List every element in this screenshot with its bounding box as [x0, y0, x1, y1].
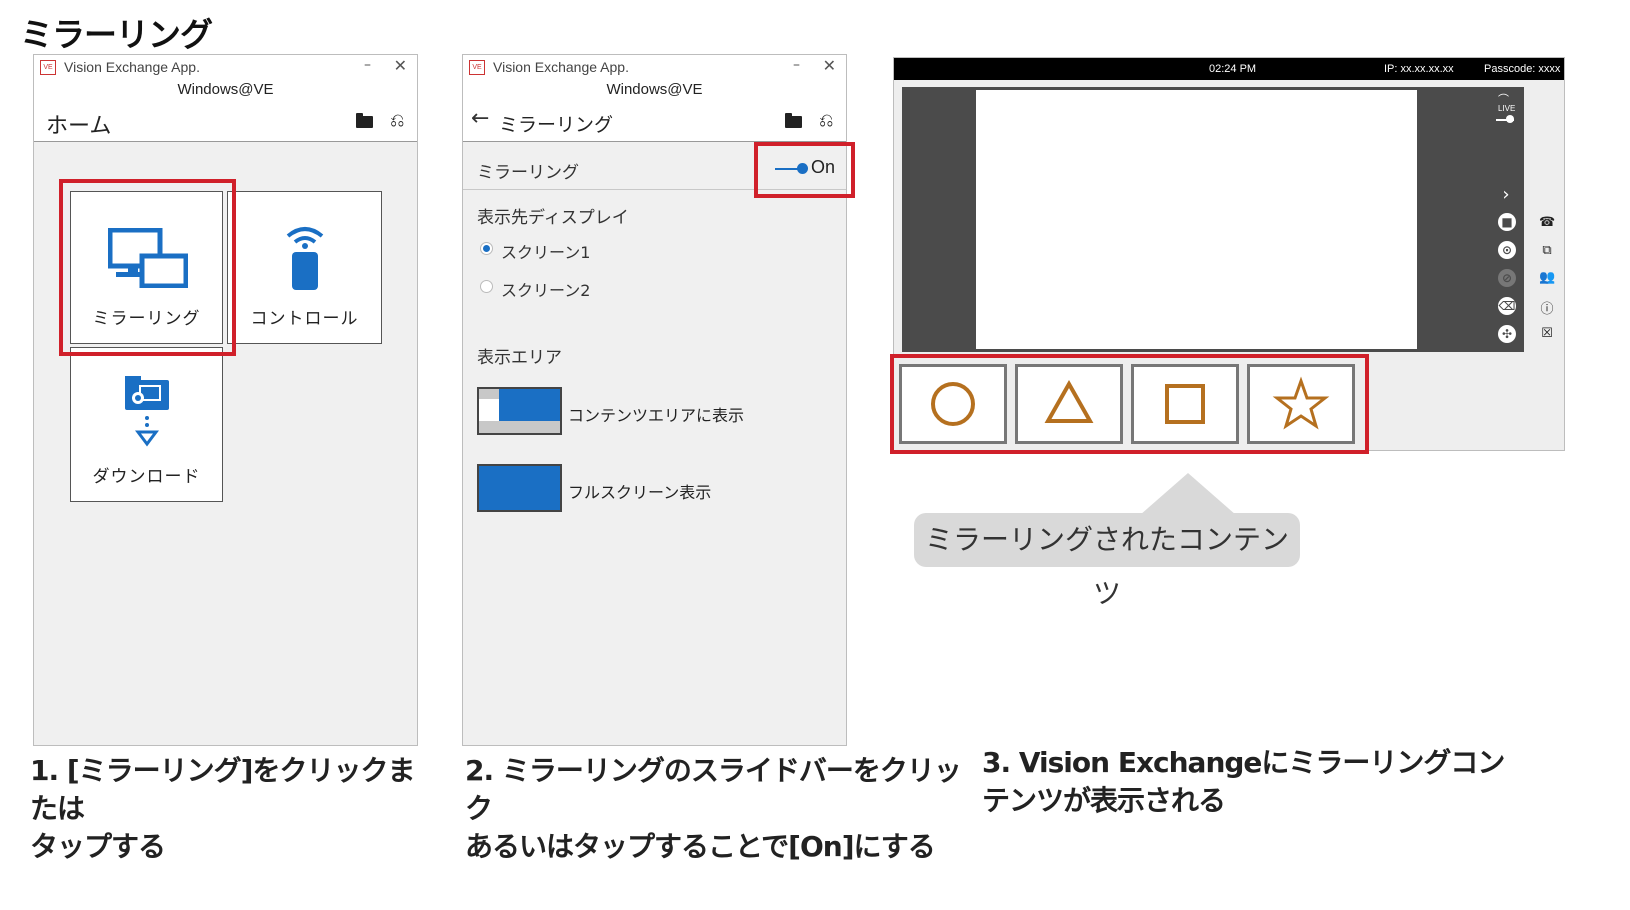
- live-label: LIVE: [1498, 104, 1516, 113]
- status-bar: 02:24 PM IP: xx.xx.xx.xx Passcode: xxxx: [894, 58, 1564, 80]
- display-heading: 表示先ディスプレイ: [477, 208, 629, 228]
- host-name: Windows@VE: [463, 81, 846, 103]
- window-title: Vision Exchange App.: [493, 59, 629, 75]
- screen1-label: スクリーン1: [501, 243, 591, 262]
- minimize-button[interactable]: –: [364, 57, 371, 73]
- mirrored-screen: [976, 90, 1417, 349]
- mirrored-content-callout: ミラーリングされたコンテンツ: [914, 513, 1300, 610]
- clock: 02:24 PM: [1209, 63, 1257, 75]
- live-toggle-knob[interactable]: [1506, 115, 1514, 123]
- highlight-thumbnails: [890, 354, 1369, 454]
- no-image-icon[interactable]: ⊘: [1498, 269, 1516, 287]
- callout-text: ミラーリングされたコンテンツ: [924, 523, 1289, 610]
- host-name: Windows@VE: [34, 81, 417, 103]
- step-3-caption: 3. Vision Exchangeにミラーリングコン テンツが表示される: [982, 746, 1505, 817]
- area-heading: 表示エリア: [477, 348, 562, 368]
- remote-control-icon: [286, 227, 324, 290]
- download-icon: [125, 376, 169, 447]
- tile-download[interactable]: ダウンロード: [70, 347, 223, 502]
- screen2-radio[interactable]: [480, 280, 493, 293]
- header: ← ミラーリング ⎌: [463, 103, 846, 142]
- close-button[interactable]: ✕: [394, 56, 407, 75]
- app-logo: VE: [469, 60, 485, 75]
- support-icon[interactable]: ✣: [1498, 325, 1516, 343]
- callout-pointer: [1140, 473, 1236, 515]
- disconnect-icon[interactable]: ⎌: [819, 110, 833, 131]
- mirroring-toggle-label: ミラーリング: [477, 163, 579, 183]
- chat-icon[interactable]: ■: [1498, 213, 1516, 231]
- lock-icon[interactable]: ⊙: [1498, 241, 1516, 259]
- tile-label: ダウンロード: [92, 467, 201, 487]
- highlight-mirroring-tile: [59, 179, 236, 356]
- header-title: ホーム: [46, 114, 112, 139]
- phone-icon[interactable]: ☎: [1539, 215, 1555, 230]
- step-1-caption: 1. [ミラーリング]をクリックまたは タップする: [30, 754, 415, 863]
- users-icon[interactable]: 👥: [1539, 270, 1555, 285]
- folder-icon[interactable]: [356, 113, 373, 128]
- chevron-right-icon[interactable]: ›: [1498, 184, 1514, 205]
- fullscreen-label[interactable]: フルスクリーン表示: [568, 479, 711, 503]
- close-box-icon[interactable]: ☒: [1539, 326, 1555, 341]
- page-title: ミラーリング: [20, 15, 213, 54]
- trash-icon[interactable]: ⌫: [1498, 297, 1516, 315]
- folder-icon[interactable]: [785, 113, 802, 128]
- passcode: Passcode: xxxx: [1484, 63, 1561, 75]
- app-logo: VE: [40, 60, 56, 75]
- content-area-thumbnail[interactable]: [477, 387, 562, 435]
- step-2-caption: 2. ミラーリングのスライドバーをクリック あるいはタップすることで[On]にす…: [465, 754, 962, 863]
- back-arrow-icon[interactable]: ←: [471, 106, 489, 131]
- header: ホーム ⎌: [34, 103, 417, 142]
- close-button[interactable]: ✕: [823, 56, 836, 75]
- info-icon[interactable]: ⓘ: [1539, 298, 1555, 317]
- title-bar: VE Vision Exchange App. – ✕: [34, 55, 417, 81]
- content-area-label[interactable]: コンテンツエリアに表示: [568, 402, 744, 426]
- app-window-home: VE Vision Exchange App. – ✕ Windows@VE ホ…: [33, 54, 418, 746]
- screen2-label: スクリーン2: [501, 281, 591, 300]
- tile-label: コントロール: [250, 309, 359, 329]
- title-bar: VE Vision Exchange App. – ✕: [463, 55, 846, 81]
- screen-select-icon[interactable]: ⧉: [1539, 243, 1555, 258]
- header-title: ミラーリング: [499, 114, 614, 136]
- screen1-radio[interactable]: [480, 242, 493, 255]
- minimize-button[interactable]: –: [793, 57, 800, 73]
- ip-address: IP: xx.xx.xx.xx: [1384, 63, 1454, 75]
- disconnect-icon[interactable]: ⎌: [390, 110, 404, 131]
- live-icon[interactable]: ⌒ LIVE: [1498, 95, 1516, 114]
- window-title: Vision Exchange App.: [64, 59, 200, 75]
- tile-control[interactable]: コントロール: [227, 191, 382, 344]
- highlight-toggle: [754, 142, 855, 198]
- fullscreen-thumbnail[interactable]: [477, 464, 562, 512]
